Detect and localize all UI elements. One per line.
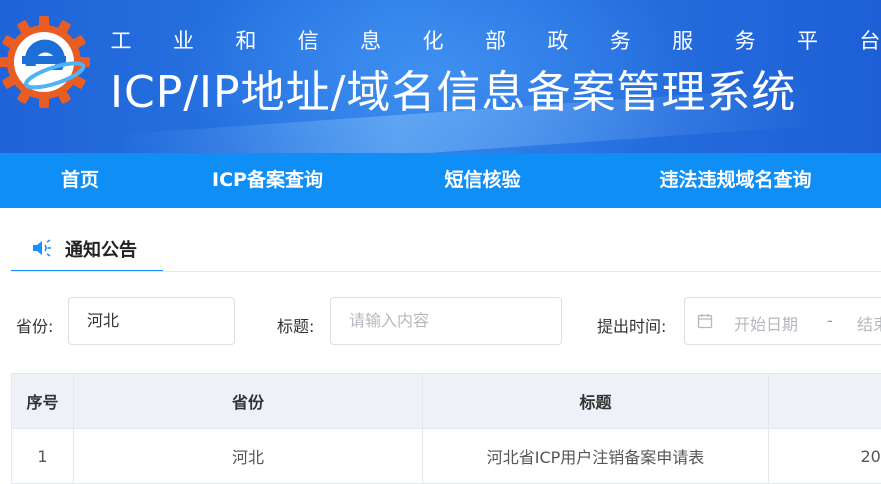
header-date — [769, 374, 881, 429]
subtitle-char: 务 — [734, 25, 756, 55]
table-header-row: 序号 省份 标题 — [12, 374, 881, 429]
end-date-input[interactable]: 结束 — [857, 311, 881, 335]
header-title: 标题 — [423, 374, 769, 429]
time-label: 提出时间: — [597, 313, 666, 337]
main-nav: 首页 ICP备案查询 短信核验 违法违规域名查询 — [0, 153, 881, 208]
subtitle-char: 息 — [360, 25, 382, 55]
date-range-picker[interactable]: 开始日期 - 结束 — [684, 297, 881, 345]
province-select[interactable]: 河北 — [68, 297, 235, 345]
cell-index: 1 — [12, 429, 74, 484]
subtitle-char: 政 — [547, 25, 569, 55]
calendar-icon — [697, 313, 713, 329]
nav-illegal-domain-query[interactable]: 违法违规域名查询 — [590, 153, 881, 208]
miit-logo-icon — [0, 14, 96, 110]
cell-date: 202 — [769, 429, 881, 484]
nav-sms-verify[interactable]: 短信核验 — [375, 153, 590, 208]
subtitle-char: 平 — [796, 25, 818, 55]
tab-notice-label: 通知公告 — [65, 236, 137, 262]
header-province: 省份 — [74, 374, 423, 429]
province-label: 省份: — [16, 313, 53, 337]
subtitle-char: 工 — [110, 25, 132, 55]
subtitle-char: 服 — [672, 25, 694, 55]
subtitle-char: 部 — [484, 25, 506, 55]
banner-subtitle: 工业和信息化部政务服务平台 — [110, 25, 881, 55]
tab-notice[interactable]: 通知公告 — [11, 228, 163, 272]
tab-divider — [11, 271, 881, 272]
header-banner: 工 业 和 信 息 化 部 政 务 服 务 平 台 ICP/IP地址/域名信息备案管理系统 — [0, 0, 881, 153]
title-input[interactable]: 请输入内容 — [330, 297, 562, 345]
nav-icp-query[interactable]: ICP备案查询 — [160, 153, 375, 208]
cell-province: 河北 — [74, 429, 423, 484]
header-index: 序号 — [12, 374, 74, 429]
title-label: 标题: — [277, 313, 314, 337]
subtitle-char: 业 — [172, 25, 194, 55]
start-date-input[interactable]: 开始日期 — [734, 311, 798, 335]
speaker-icon — [31, 238, 53, 258]
cell-title[interactable]: 河北省ICP用户注销备案申请表 — [423, 429, 769, 484]
system-title: ICP/IP地址/域名信息备案管理系统 — [110, 56, 796, 120]
subtitle-char: 信 — [297, 25, 319, 55]
subtitle-char: 化 — [422, 25, 444, 55]
subtitle-char: 和 — [235, 25, 257, 55]
date-separator: - — [827, 311, 833, 330]
table-row[interactable]: 1 河北 河北省ICP用户注销备案申请表 202 — [12, 429, 881, 484]
notice-table: 序号 省份 标题 1 河北 河北省ICP用户注销备案申请表 202 — [11, 373, 881, 484]
subtitle-char: 台 — [859, 25, 881, 55]
subtitle-char: 务 — [609, 25, 631, 55]
nav-home[interactable]: 首页 — [0, 153, 160, 208]
